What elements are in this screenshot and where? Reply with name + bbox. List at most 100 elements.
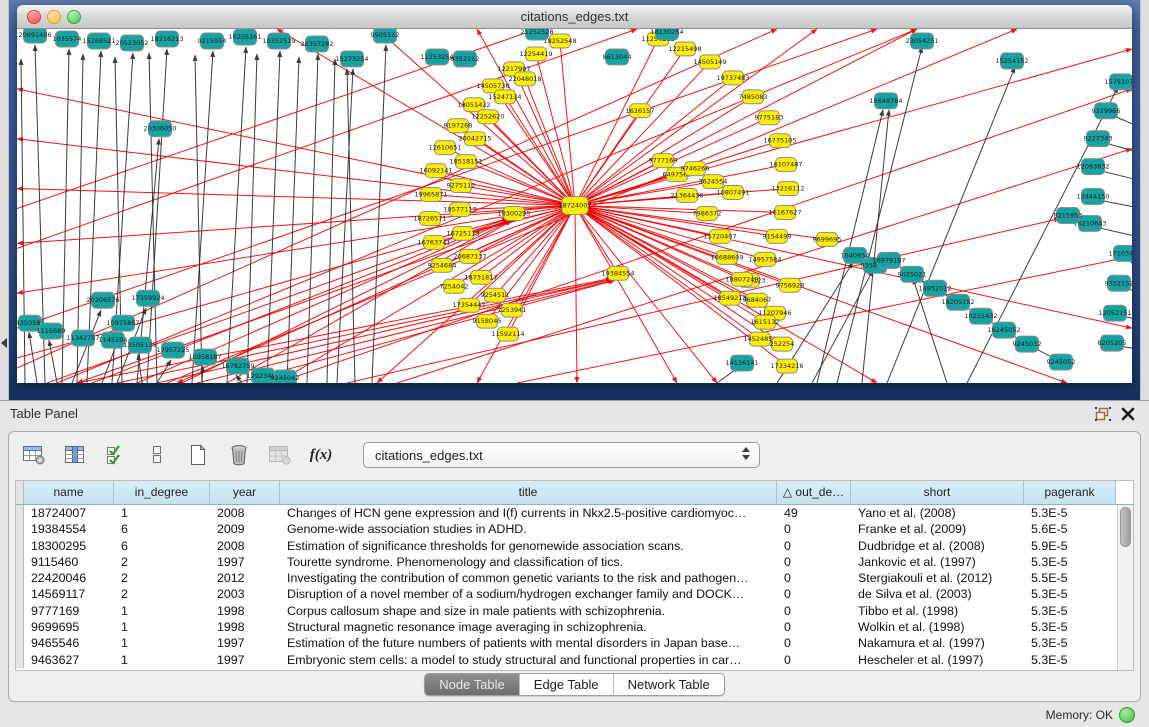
graph-node[interactable]: 18731817 [464, 270, 497, 284]
graph-node[interactable]: 18724007 [558, 197, 591, 215]
graph-node[interactable]: 9699695 [813, 232, 842, 246]
table-row[interactable]: 911546021997Tourette syndrome. Phenomeno… [16, 554, 1133, 570]
graph-node[interactable]: 10975867 [106, 315, 139, 331]
column-header-out_degree[interactable]: △ out_de… [777, 481, 851, 504]
graph-node[interactable]: 252254 [770, 337, 795, 351]
graph-node[interactable]: 9154499 [763, 229, 792, 243]
table-row[interactable]: 1938455462009Genome-wide association stu… [16, 521, 1133, 537]
graph-node[interactable]: 18205152 [941, 294, 974, 310]
graph-node[interactable]: 23054251 [905, 33, 938, 49]
table-row[interactable]: 1872400712008Changes of HCN gene express… [16, 505, 1133, 521]
graph-node[interactable]: 18726571 [413, 211, 446, 225]
graph-node[interactable]: 9254511 [481, 288, 510, 302]
graph-node[interactable]: 10251432 [964, 308, 997, 324]
graph-node[interactable]: 9684067 [743, 293, 772, 307]
graph-node[interactable]: 7986372 [693, 206, 722, 220]
graph-node[interactable]: 9245042 [271, 370, 300, 383]
table-row[interactable]: 946554611997Estimation of the future num… [16, 635, 1133, 651]
tab-network-table[interactable]: Network Table [614, 674, 724, 695]
graph-node[interactable]: 9352152 [451, 51, 480, 67]
tab-node-table[interactable]: Node Table [425, 674, 520, 695]
graph-node[interactable]: 11253254 [420, 49, 453, 65]
graph-node[interactable]: 1115689 [37, 323, 66, 339]
tab-edge-table[interactable]: Edge Table [520, 674, 614, 695]
graph-node[interactable]: 16107487 [769, 158, 802, 172]
graph-node[interactable]: 17334216 [770, 359, 803, 373]
table-row[interactable]: 969969511998Structural magnetic resonanc… [16, 619, 1133, 635]
graph-node[interactable]: 15268521 [82, 33, 115, 49]
table-selector-dropdown[interactable]: citations_edges.txt [363, 442, 760, 468]
table-row[interactable]: 946362711997Embryonic stem cells: a mode… [16, 652, 1133, 668]
graph-node[interactable]: 8205205 [1098, 335, 1127, 351]
graph-node[interactable]: 9352152 [1105, 275, 1132, 291]
column-header-pagerank[interactable]: pagerank [1024, 481, 1116, 504]
close-panel-icon[interactable] [1121, 407, 1135, 421]
graph-node[interactable]: 13216112 [771, 182, 804, 196]
graph-node[interactable]: 9158045 [473, 314, 502, 328]
graph-node[interactable]: 9775183 [755, 111, 784, 125]
graph-node[interactable]: 3624554 [699, 175, 728, 189]
graph-node[interactable]: 9777169 [649, 154, 678, 168]
graph-node[interactable]: 1035574 [53, 31, 82, 47]
graph-node[interactable]: 9505152 [371, 29, 400, 43]
graph-node[interactable]: 10807491 [716, 186, 749, 200]
graph-node[interactable]: 1626157 [626, 104, 655, 118]
graph-node[interactable]: 14505149 [693, 55, 726, 69]
graph-node[interactable]: 17354447 [452, 298, 485, 312]
graph-node[interactable]: 9275112 [447, 179, 476, 193]
graph-node[interactable]: 20357282 [300, 36, 333, 52]
table-row[interactable]: 977716911998Corpus callosum shape and si… [16, 603, 1133, 619]
graph-node[interactable]: 8215953 [1054, 207, 1083, 223]
graph-node[interactable]: 12052151 [1098, 305, 1131, 321]
graph-node[interactable]: 14957584 [748, 252, 781, 266]
graph-node[interactable]: 12252620 [471, 110, 504, 124]
column-header-in_degree[interactable]: in_degree [114, 481, 210, 504]
column-header-title[interactable]: title [280, 481, 777, 504]
rows-icon[interactable] [144, 443, 170, 467]
delete-table-icon[interactable] [267, 443, 293, 467]
table-settings-icon[interactable] [21, 443, 47, 467]
graph-node[interactable]: 7485083 [739, 90, 768, 104]
memory-status-indicator[interactable] [1119, 707, 1135, 723]
graph-node[interactable]: 12215498 [668, 42, 701, 56]
graph-node[interactable]: 12444150 [1076, 189, 1109, 205]
graph-node[interactable]: 9197268 [444, 119, 473, 133]
graph-node[interactable]: 12254419 [519, 47, 552, 61]
graph-node[interactable]: 9227343 [1084, 131, 1113, 147]
graph-node[interactable]: 7253941 [498, 303, 527, 317]
graph-node[interactable]: 9756928 [776, 278, 805, 292]
graph-node[interactable]: 9025021 [898, 266, 927, 282]
graph-node[interactable]: 9215954 [198, 33, 227, 49]
graph-node[interactable]: 15247134 [488, 90, 521, 104]
graph-node[interactable]: 16245052 [987, 322, 1020, 338]
graph-node[interactable]: 19965871 [414, 188, 447, 202]
graph-node[interactable]: 17103451 [1108, 245, 1132, 261]
table-row[interactable]: 2242004622012Investigating the contribut… [16, 570, 1133, 586]
graph-node[interactable]: 10352519 [262, 33, 295, 49]
graph-node[interactable]: 9245032 [1013, 336, 1042, 352]
table-row[interactable]: 1830029562008Estimation of significance … [16, 538, 1133, 554]
graph-node[interactable]: 15273254 [335, 51, 368, 67]
graph-node[interactable]: 15254152 [995, 53, 1028, 69]
graph-node[interactable]: 15720407 [703, 229, 736, 243]
graph-node[interactable]: 16205161 [228, 29, 261, 45]
graph-node[interactable]: 16775105 [763, 134, 796, 148]
float-panel-icon[interactable] [1095, 407, 1111, 421]
new-column-icon[interactable] [185, 443, 211, 467]
table-row[interactable]: 1456911722003Disruption of a novel membe… [16, 586, 1133, 602]
graph-node[interactable]: 15751074 [1104, 74, 1132, 90]
graph-node[interactable]: 18216213 [150, 31, 183, 47]
trash-icon[interactable] [226, 443, 252, 467]
graph-node[interactable]: 7254042 [440, 279, 469, 293]
graph-node[interactable]: 20042715 [458, 132, 491, 146]
graph-node[interactable]: 1615132 [751, 315, 780, 329]
graph-node[interactable]: 14136141 [725, 355, 758, 371]
checkmarks-icon[interactable] [103, 443, 129, 467]
scrollbar-thumb[interactable] [1120, 507, 1131, 547]
graph-node[interactable]: 20306050 [143, 121, 176, 137]
column-header-short[interactable]: short [851, 481, 1024, 504]
graph-node[interactable]: 20523052 [115, 35, 148, 51]
vertical-scrollbar[interactable] [1117, 505, 1133, 670]
network-window-titlebar[interactable]: citations_edges.txt [17, 5, 1132, 29]
column-header-name[interactable]: name [24, 481, 114, 504]
